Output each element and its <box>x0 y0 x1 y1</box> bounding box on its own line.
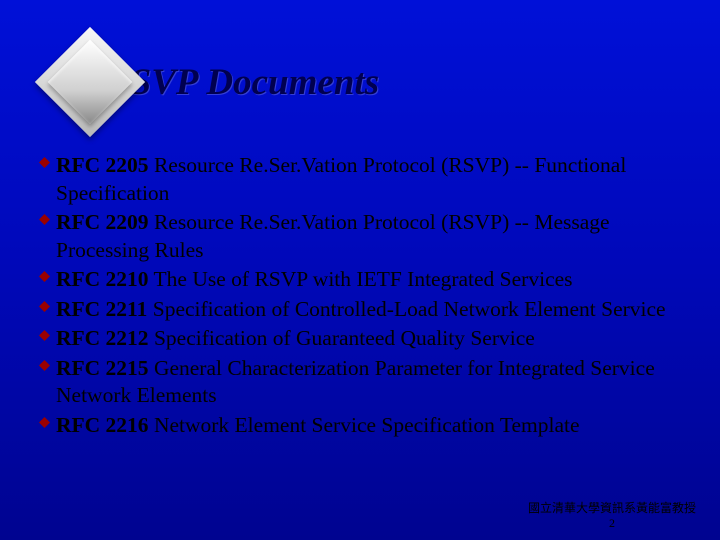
diamond-bullet-icon <box>38 300 56 313</box>
page-number: 2 <box>528 516 696 530</box>
list-item-text: RFC 2215 General Characterization Parame… <box>56 355 686 410</box>
footer-attribution: 國立清華大學資訊系黃能富教授 <box>528 501 696 515</box>
bullet-list: RFC 2205 Resource Re.Ser.Vation Protocol… <box>38 152 686 441</box>
list-item-text: RFC 2205 Resource Re.Ser.Vation Protocol… <box>56 152 686 207</box>
diamond-bullet-icon <box>38 270 56 283</box>
list-item-text: RFC 2211 Specification of Controlled-Loa… <box>56 296 666 324</box>
list-item: RFC 2209 Resource Re.Ser.Vation Protocol… <box>38 209 686 264</box>
diamond-bullet-icon <box>38 213 56 226</box>
list-item: RFC 2210 The Use of RSVP with IETF Integ… <box>38 266 686 294</box>
list-item: RFC 2205 Resource Re.Ser.Vation Protocol… <box>38 152 686 207</box>
list-item: RFC 2212 Specification of Guaranteed Qua… <box>38 325 686 353</box>
diamond-icon-inner <box>48 40 133 125</box>
list-item-text: RFC 2212 Specification of Guaranteed Qua… <box>56 325 535 353</box>
diamond-bullet-icon <box>38 359 56 372</box>
diamond-bullet-icon <box>38 416 56 429</box>
diamond-bullet-icon <box>38 329 56 342</box>
title-row: RSVP Documents <box>30 22 379 142</box>
list-item: RFC 2215 General Characterization Parame… <box>38 355 686 410</box>
list-item-text: RFC 2216 Network Element Service Specifi… <box>56 412 580 440</box>
list-item-text: RFC 2210 The Use of RSVP with IETF Integ… <box>56 266 573 294</box>
footer: 國立清華大學資訊系黃能富教授 2 <box>528 501 696 530</box>
list-item: RFC 2216 Network Element Service Specifi… <box>38 412 686 440</box>
list-item: RFC 2211 Specification of Controlled-Loa… <box>38 296 686 324</box>
diamond-bullet-icon <box>38 156 56 169</box>
title-ornament <box>30 22 150 142</box>
list-item-text: RFC 2209 Resource Re.Ser.Vation Protocol… <box>56 209 686 264</box>
